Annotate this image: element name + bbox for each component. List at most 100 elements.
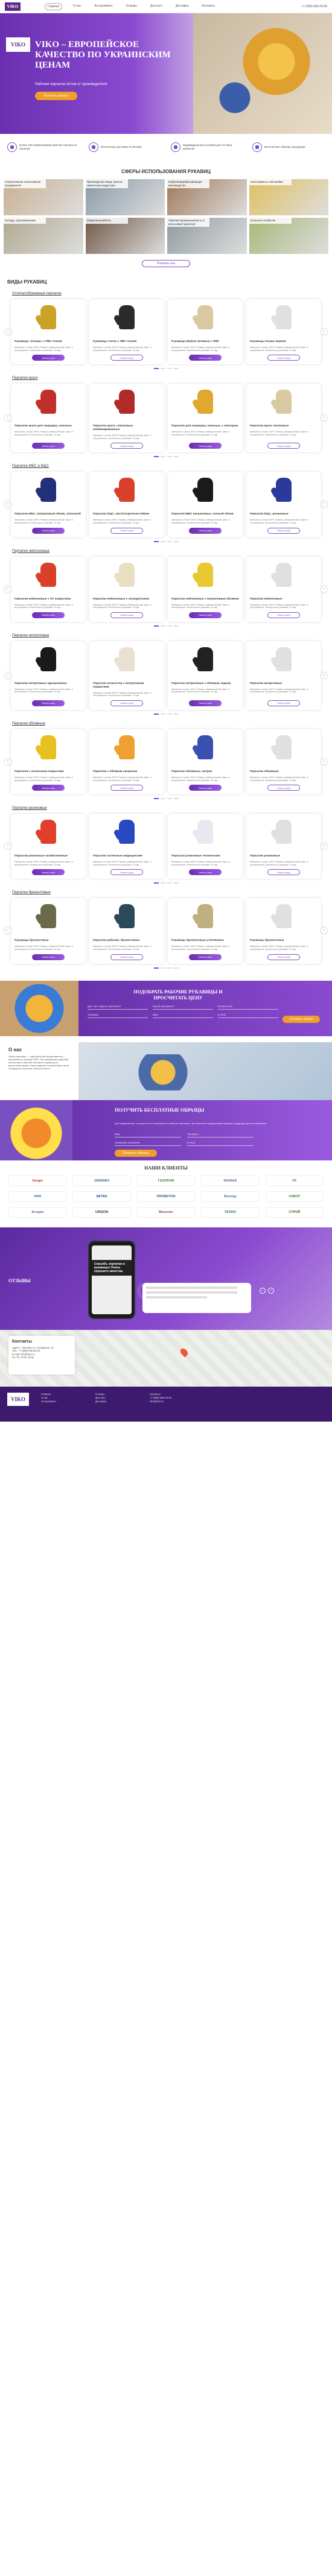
- application-tile[interactable]: Сварочные работы: [85, 218, 165, 254]
- product-card[interactable]: Перчатки краги спилковые Материал: хлопок…: [246, 384, 321, 453]
- product-card[interactable]: Перчатки рабочие, брезентовые Материал: х…: [89, 898, 164, 964]
- next-arrow-icon[interactable]: ›: [321, 672, 327, 679]
- form-field[interactable]: E-mail: [218, 1013, 278, 1018]
- slider-dot[interactable]: [153, 713, 159, 715]
- footer-col[interactable]: Контакты +7 (999) 000-00-00 info@viko.ru: [150, 1393, 192, 1416]
- next-arrow-icon[interactable]: ›: [321, 928, 327, 934]
- price-button[interactable]: Узнать цену: [189, 700, 222, 706]
- next-arrow-icon[interactable]: ›: [321, 586, 327, 592]
- price-button[interactable]: Узнать цену: [189, 954, 222, 960]
- next-arrow-icon[interactable]: ›: [321, 759, 327, 765]
- nav-item[interactable]: Ассортимент: [92, 3, 115, 10]
- price-button[interactable]: Узнать цену: [267, 869, 300, 876]
- product-card[interactable]: Рукавицы Ситко с ПВХ точкой Материал: хло…: [89, 299, 164, 365]
- nav-phone[interactable]: +7 (999) 000-00-00: [301, 5, 327, 8]
- product-card[interactable]: Рукавицы брезентовые утеплённые Материал:…: [168, 898, 243, 964]
- product-card[interactable]: Перчатки обливные, нитрил Материал: хлопо…: [168, 729, 243, 795]
- product-card[interactable]: Перчатки с латексным покрытием Материал: …: [11, 729, 86, 795]
- slider-dot[interactable]: [173, 713, 179, 715]
- slider-dot[interactable]: [153, 798, 159, 800]
- price-button[interactable]: Узнать цену: [267, 700, 300, 706]
- slider-dot[interactable]: [167, 625, 172, 627]
- show-all-button[interactable]: Показать все: [142, 260, 190, 267]
- hero-cta-button[interactable]: Получить каталог: [35, 92, 77, 100]
- next-arrow-icon[interactable]: ›: [321, 501, 327, 508]
- price-button[interactable]: Узнать цену: [32, 785, 65, 791]
- slider-dot[interactable]: [167, 713, 172, 715]
- price-button[interactable]: Узнать цену: [110, 869, 143, 876]
- slider-dot[interactable]: [153, 456, 159, 458]
- price-button[interactable]: Узнать цену: [110, 785, 143, 791]
- form-field[interactable]: Телефон: [187, 1133, 254, 1138]
- footer-col[interactable]: Отзывы Для кого Доставка: [95, 1393, 138, 1416]
- product-card[interactable]: Рукавицы Balium Зелёные с ПВХ Материал: х…: [168, 299, 243, 365]
- product-card[interactable]: Перчатки резиновые Материал: хлопок 100%.…: [246, 814, 321, 879]
- slider-dot[interactable]: [173, 368, 179, 370]
- slider-dot[interactable]: [160, 882, 165, 884]
- product-card[interactable]: Перчатки латексные медицинские Материал: …: [89, 814, 164, 879]
- application-tile[interactable]: Сельское хозяйство: [249, 218, 328, 254]
- price-button[interactable]: Узнать цену: [110, 527, 143, 534]
- product-card[interactable]: Перчатки обливные Материал: хлопок 100%. …: [246, 729, 321, 795]
- next-arrow-icon[interactable]: ›: [321, 415, 327, 422]
- review-next-icon[interactable]: ›: [268, 1287, 274, 1294]
- price-button[interactable]: Узнать цену: [189, 869, 222, 876]
- application-tile[interactable]: Производство пищи, пресса, химическая ин…: [85, 179, 165, 215]
- product-card[interactable]: Перчатки нейлоновые с полиуретаном Матери…: [89, 556, 164, 622]
- next-arrow-icon[interactable]: ›: [321, 843, 327, 850]
- price-button[interactable]: Узнать цену: [110, 612, 143, 618]
- slider-dot[interactable]: [173, 967, 179, 969]
- product-card[interactable]: Перчатки полиэстер с нитриловым покрытие…: [89, 641, 164, 710]
- form-field[interactable]: Имя: [115, 1133, 181, 1138]
- price-button[interactable]: Узнать цену: [189, 443, 222, 449]
- slider-dot[interactable]: [160, 713, 165, 715]
- product-card[interactable]: Перчатки КЩС, резиновые Материал: хлопок …: [246, 472, 321, 537]
- product-card[interactable]: Перчатки резиновые хозяйственные Материал…: [11, 814, 86, 879]
- slider-dot[interactable]: [160, 456, 165, 458]
- prev-arrow-icon[interactable]: ‹: [5, 415, 11, 422]
- product-card[interactable]: Перчатки нитриловые одноразовые Материал:…: [11, 641, 86, 710]
- form-field[interactable]: Имя: [153, 1013, 213, 1018]
- form-field[interactable]: Название компании: [115, 1141, 181, 1146]
- slider-dot[interactable]: [173, 540, 179, 542]
- slider-dot[interactable]: [153, 967, 159, 969]
- form-field[interactable]: Для чего нужны перчатки?: [88, 1005, 148, 1010]
- price-button[interactable]: Узнать цену: [189, 527, 222, 534]
- slider-dot[interactable]: [173, 798, 179, 800]
- price-button[interactable]: Узнать цену: [32, 355, 65, 361]
- prev-arrow-icon[interactable]: ‹: [5, 329, 11, 335]
- product-card[interactable]: Перчатки МБС нитриловые, полный облив Мат…: [168, 472, 243, 537]
- price-button[interactable]: Узнать цену: [32, 612, 65, 618]
- pick-gloves-submit[interactable]: Оставить заявку: [283, 1015, 320, 1023]
- price-button[interactable]: Узнать цену: [32, 527, 65, 534]
- slider-dot[interactable]: [160, 967, 165, 969]
- product-card[interactable]: Перчатки краги для сварщика, кожаные Мате…: [11, 384, 86, 453]
- price-button[interactable]: Узнать цену: [110, 700, 143, 706]
- product-card[interactable]: Перчатки с обливом нитрилом Материал: хло…: [89, 729, 164, 795]
- application-tile[interactable]: Строительные и монтажные предприятия: [4, 179, 83, 215]
- product-card[interactable]: Перчатки нейлоновые Материал: хлопок 100%…: [246, 556, 321, 622]
- price-button[interactable]: Узнать цену: [32, 869, 65, 876]
- next-arrow-icon[interactable]: ›: [321, 329, 327, 335]
- slider-dot[interactable]: [167, 967, 172, 969]
- price-button[interactable]: Узнать цену: [32, 954, 65, 960]
- logo[interactable]: VIKO: [5, 2, 21, 11]
- slider-dot[interactable]: [153, 368, 159, 370]
- price-button[interactable]: Узнать цену: [110, 355, 143, 361]
- slider-dot[interactable]: [160, 625, 165, 627]
- nav-item[interactable]: Контакты: [199, 3, 217, 10]
- nav-item[interactable]: Доставка: [173, 3, 191, 10]
- product-card[interactable]: Перчатки нейлоновые с нитриловым обливом…: [168, 556, 243, 622]
- form-field[interactable]: Количество: [218, 1005, 278, 1010]
- product-card[interactable]: Перчатки нитриловые Материал: хлопок 100%…: [246, 641, 321, 710]
- product-card[interactable]: Перчатки КЩС, кислотощелочестойкие Матери…: [89, 472, 164, 537]
- prev-arrow-icon[interactable]: ‹: [5, 759, 11, 765]
- slider-dot[interactable]: [167, 368, 172, 370]
- form-field[interactable]: Телефон: [88, 1013, 148, 1018]
- nav-item[interactable]: Отзывы: [124, 3, 139, 10]
- slider-dot[interactable]: [173, 456, 179, 458]
- price-button[interactable]: Узнать цену: [110, 443, 143, 449]
- slider-dot[interactable]: [173, 625, 179, 627]
- slider-dot[interactable]: [160, 540, 165, 542]
- samples-submit[interactable]: Получить образцы: [115, 1149, 157, 1157]
